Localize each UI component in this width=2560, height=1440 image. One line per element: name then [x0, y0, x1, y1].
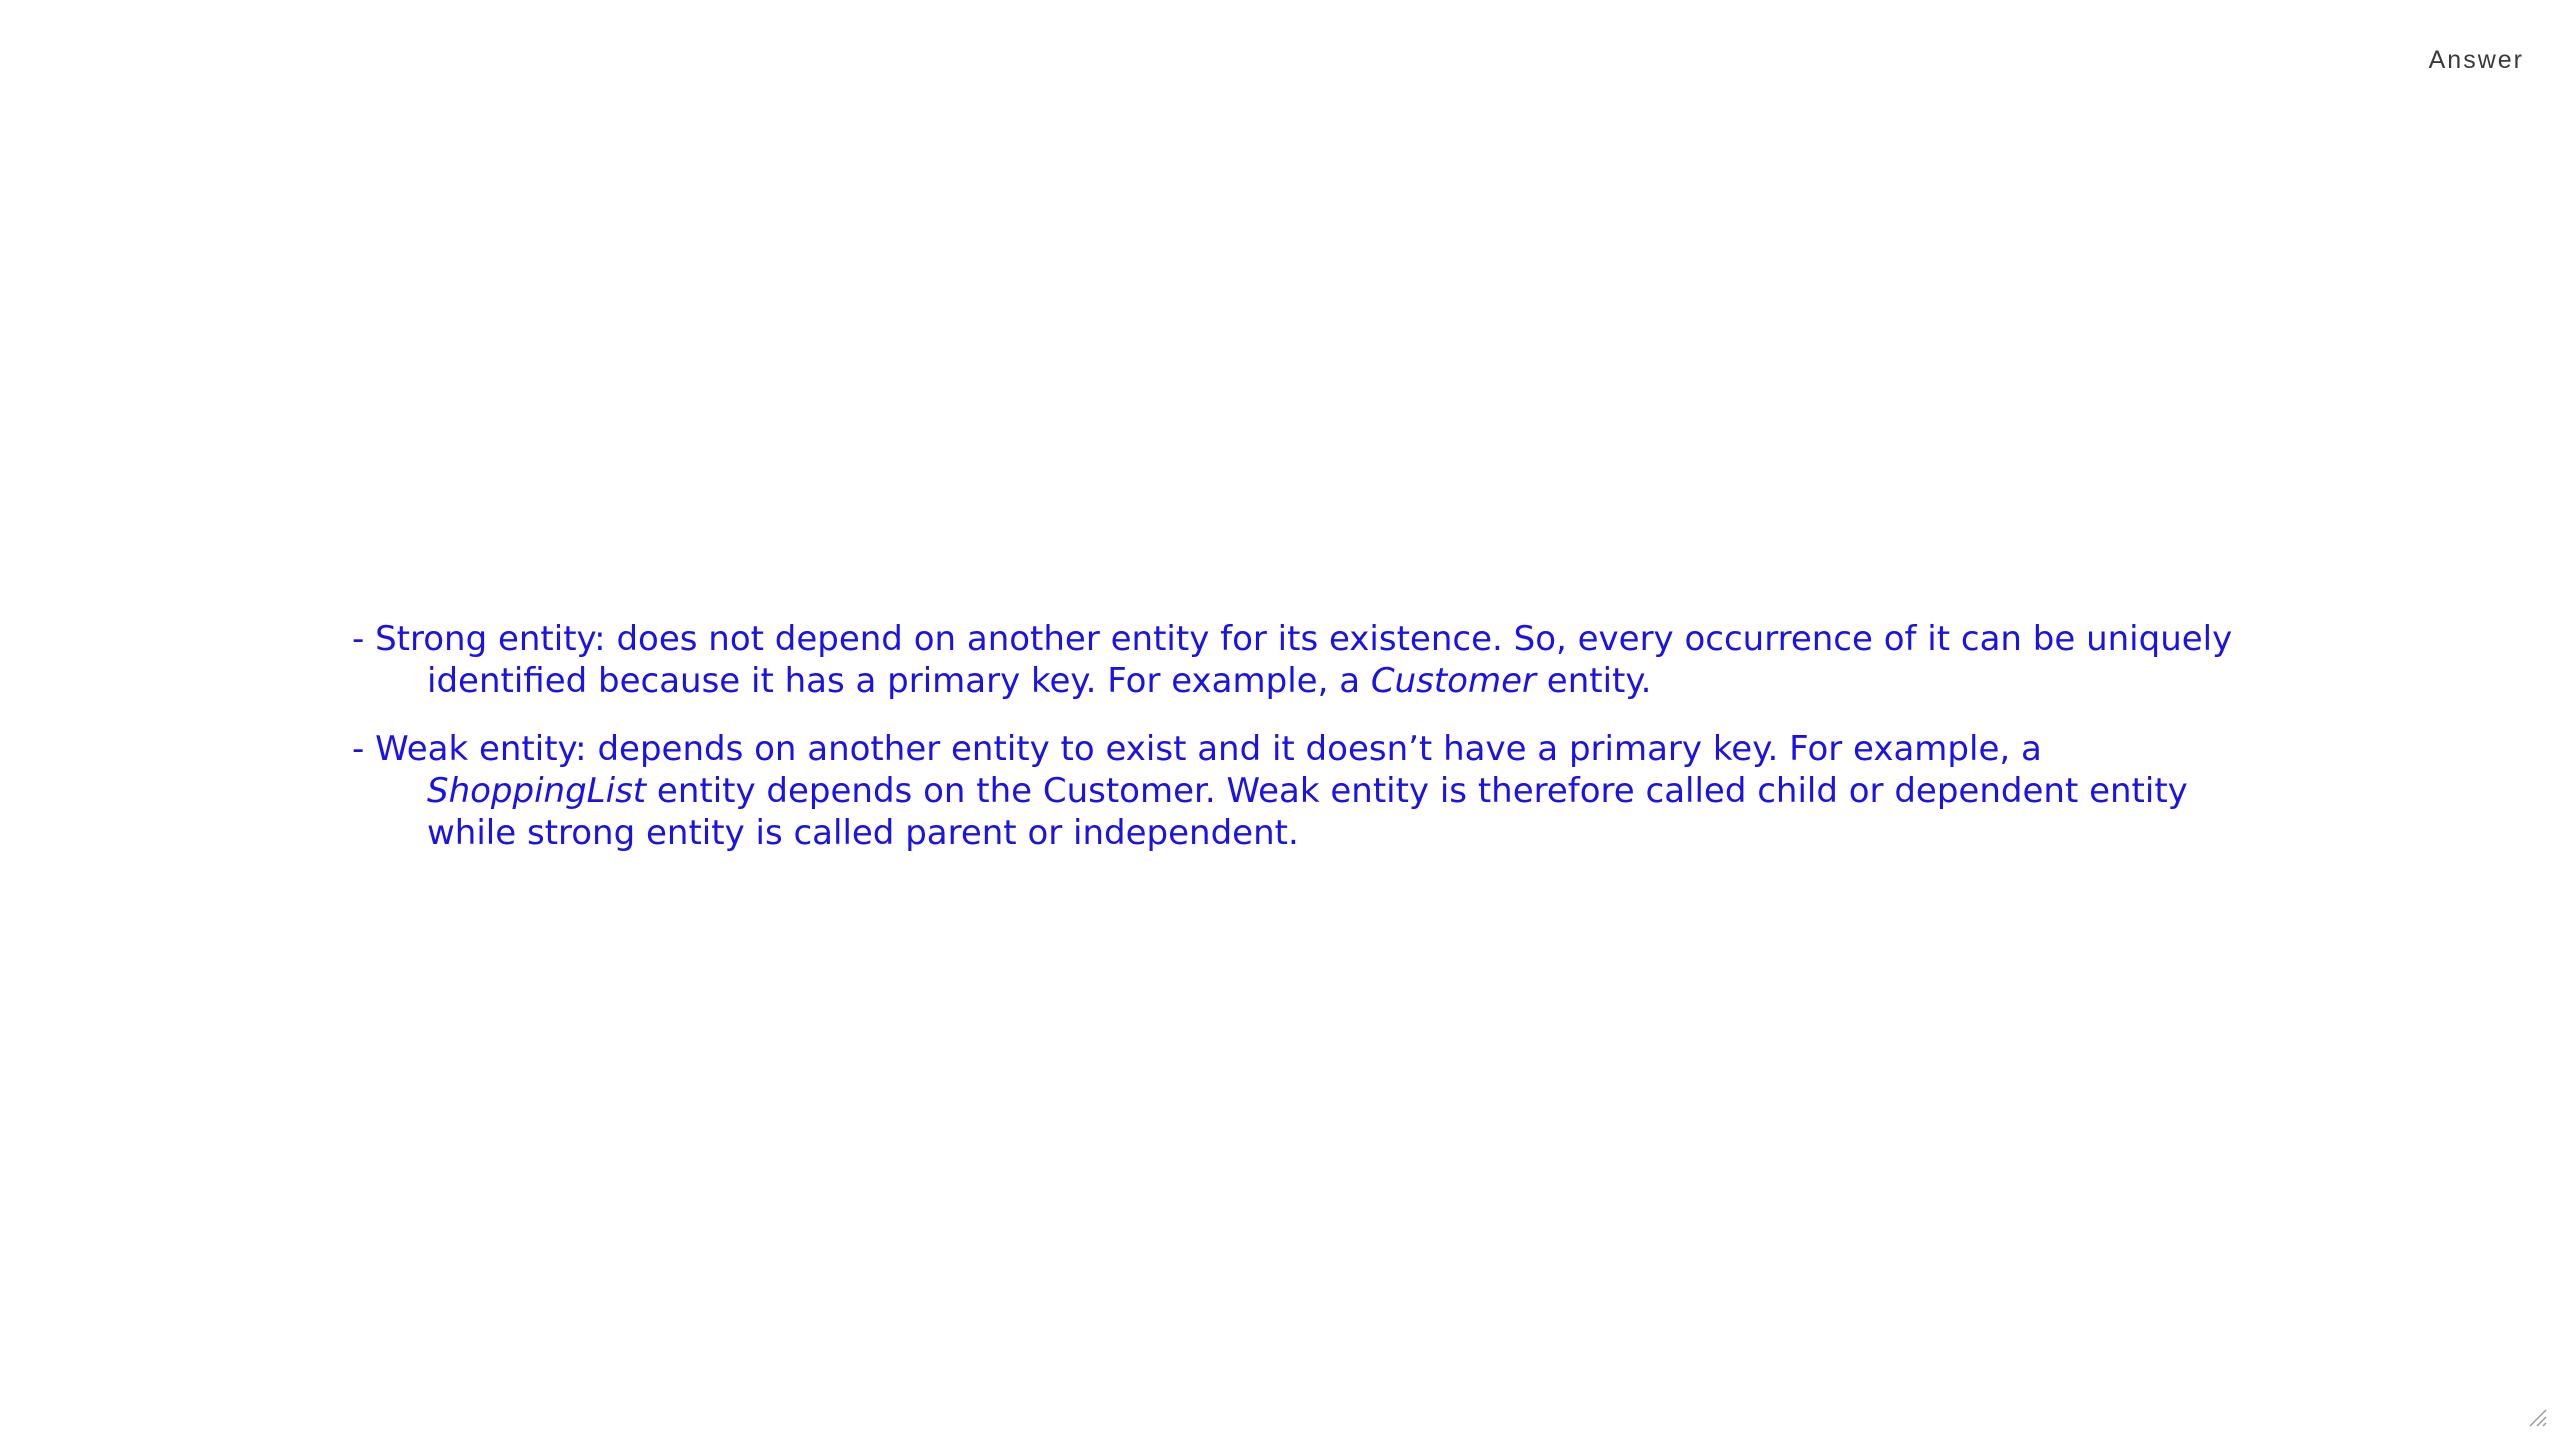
- bullet-weak-entity-emphasis: ShoppingList: [427, 771, 647, 811]
- bullet-strong-entity-suffix: entity.: [1536, 661, 1652, 701]
- slide-canvas: Answer - Strong entity: does not depend …: [0, 0, 2560, 1440]
- bullet-strong-entity: - Strong entity: does not depend on anot…: [352, 618, 2252, 702]
- answer-label[interactable]: Answer: [2429, 48, 2524, 73]
- bullet-strong-entity-text: - Strong entity: does not depend on anot…: [352, 619, 2233, 701]
- resize-grip-icon[interactable]: [2526, 1406, 2548, 1428]
- answer-content: - Strong entity: does not depend on anot…: [352, 618, 2252, 880]
- bullet-strong-entity-emphasis: Customer: [1370, 661, 1536, 701]
- bullet-weak-entity: - Weak entity: depends on another entity…: [352, 728, 2252, 854]
- bullet-weak-entity-suffix: entity depends on the Customer. Weak ent…: [427, 771, 2188, 853]
- bullet-weak-entity-text: - Weak entity: depends on another entity…: [352, 729, 2042, 769]
